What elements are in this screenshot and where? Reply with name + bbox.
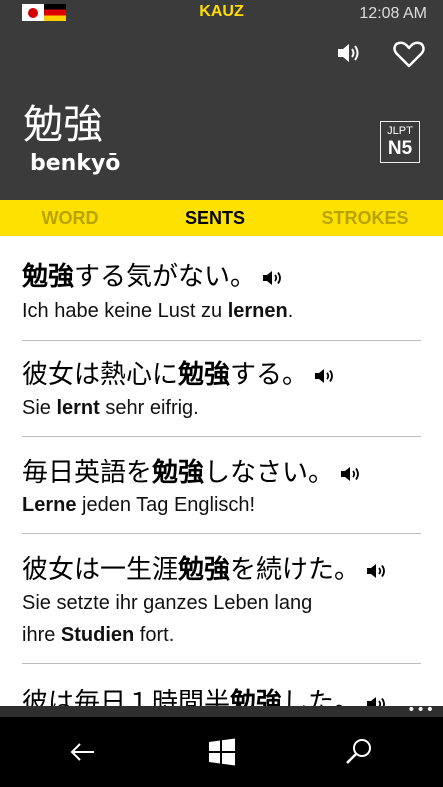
sentence-translation: Ich habe keine Lust zu lernen. [22,300,293,323]
tab-word[interactable]: WORD [0,200,140,236]
tab-sents[interactable]: SENTS [145,200,285,236]
speaker-icon[interactable] [366,695,388,707]
sentence-translation: Sie lernt sehr eifrig. [22,397,199,420]
sentence-translation: Lerne jeden Tag Englisch! [22,494,255,517]
heart-icon[interactable] [393,40,425,68]
word-kanji: 勉強 [23,102,103,148]
highlighted-word: 勉強 [22,262,75,292]
search-icon[interactable] [342,735,376,769]
highlighted-word: 勉強 [178,555,231,585]
sentence-text: した。 [282,688,361,706]
speaker-icon[interactable] [314,367,336,385]
divider [22,533,421,534]
speaker-icon[interactable] [337,42,363,64]
jlpt-badge: JLPT N5 [380,121,420,163]
highlighted-translation: Lerne [22,494,77,516]
highlighted-word: 勉強 [230,688,283,706]
tab-strokes[interactable]: STROKES [290,200,440,236]
sentence-text: する。 [230,360,309,390]
translation-text: Sie [22,397,57,419]
divider [22,663,421,664]
sentence-japanese[interactable]: 彼女は熱心に勉強する。 [22,354,336,391]
app-bar[interactable]: ••• [0,703,443,717]
highlighted-word: 勉強 [152,458,205,488]
translation-text: sehr eifrig. [99,397,199,419]
sentence-text: を続けた。 [230,555,361,585]
back-arrow-icon[interactable] [66,735,100,769]
translation-text: jeden Tag Englisch! [76,494,256,516]
translation-text: . [287,300,294,322]
highlighted-translation: Studien [60,624,135,646]
word-header: 勉強 benkyō JLPT N5 [0,30,443,200]
sentence-text: 彼女は一生涯 [22,555,179,585]
sentence-japanese[interactable]: 彼は毎日１時間半勉強した。 [22,682,388,706]
windows-start-icon[interactable] [205,735,239,769]
sentence-text: する気がない。 [74,262,257,292]
sentence-text: しなさい。 [204,458,335,488]
sentence-japanese[interactable]: 彼女は一生涯勉強を続けた。 [22,549,388,586]
translation-text: ihre [22,624,61,646]
system-nav-bar [0,717,443,787]
jlpt-level: N5 [387,138,413,159]
highlighted-translation: lernen [227,300,288,322]
clock: 12:08 AM [359,5,427,22]
highlighted-word: 勉強 [178,360,231,390]
divider [22,436,421,437]
highlighted-translation: lernt [56,397,100,419]
more-button[interactable]: ••• [407,703,435,717]
sentence-japanese[interactable]: 毎日英語を勉強しなさい。 [22,452,362,489]
sentence-list[interactable]: 勉強する気がない。 Ich habe keine Lust zu lernen. 彼… [0,236,443,706]
translation-text: Sie setzte ihr ganzes Leben lang [22,592,313,614]
sentence-translation: Sie setzte ihr ganzes Leben lang [22,592,312,615]
status-bar: KAUZ 12:08 AM [0,0,443,30]
sentence-text: 彼は毎日１時間半 [22,688,231,706]
speaker-icon[interactable] [262,269,284,287]
sentence-text: 彼女は熱心に [22,360,179,390]
jlpt-label: JLPT [387,125,413,137]
translation-text: Ich habe keine Lust zu [22,300,228,322]
sentence-japanese[interactable]: 勉強する気がない。 [22,256,284,293]
tab-bar: WORD SENTS STROKES [0,200,443,236]
translation-text: fort. [134,624,175,646]
speaker-icon[interactable] [366,562,388,580]
sentence-text: 毎日英語を [22,458,153,488]
sentence-translation: ihre Studien fort. [22,624,174,647]
speaker-icon[interactable] [340,465,362,483]
divider [22,340,421,341]
word-reading: benkyō [30,151,121,176]
